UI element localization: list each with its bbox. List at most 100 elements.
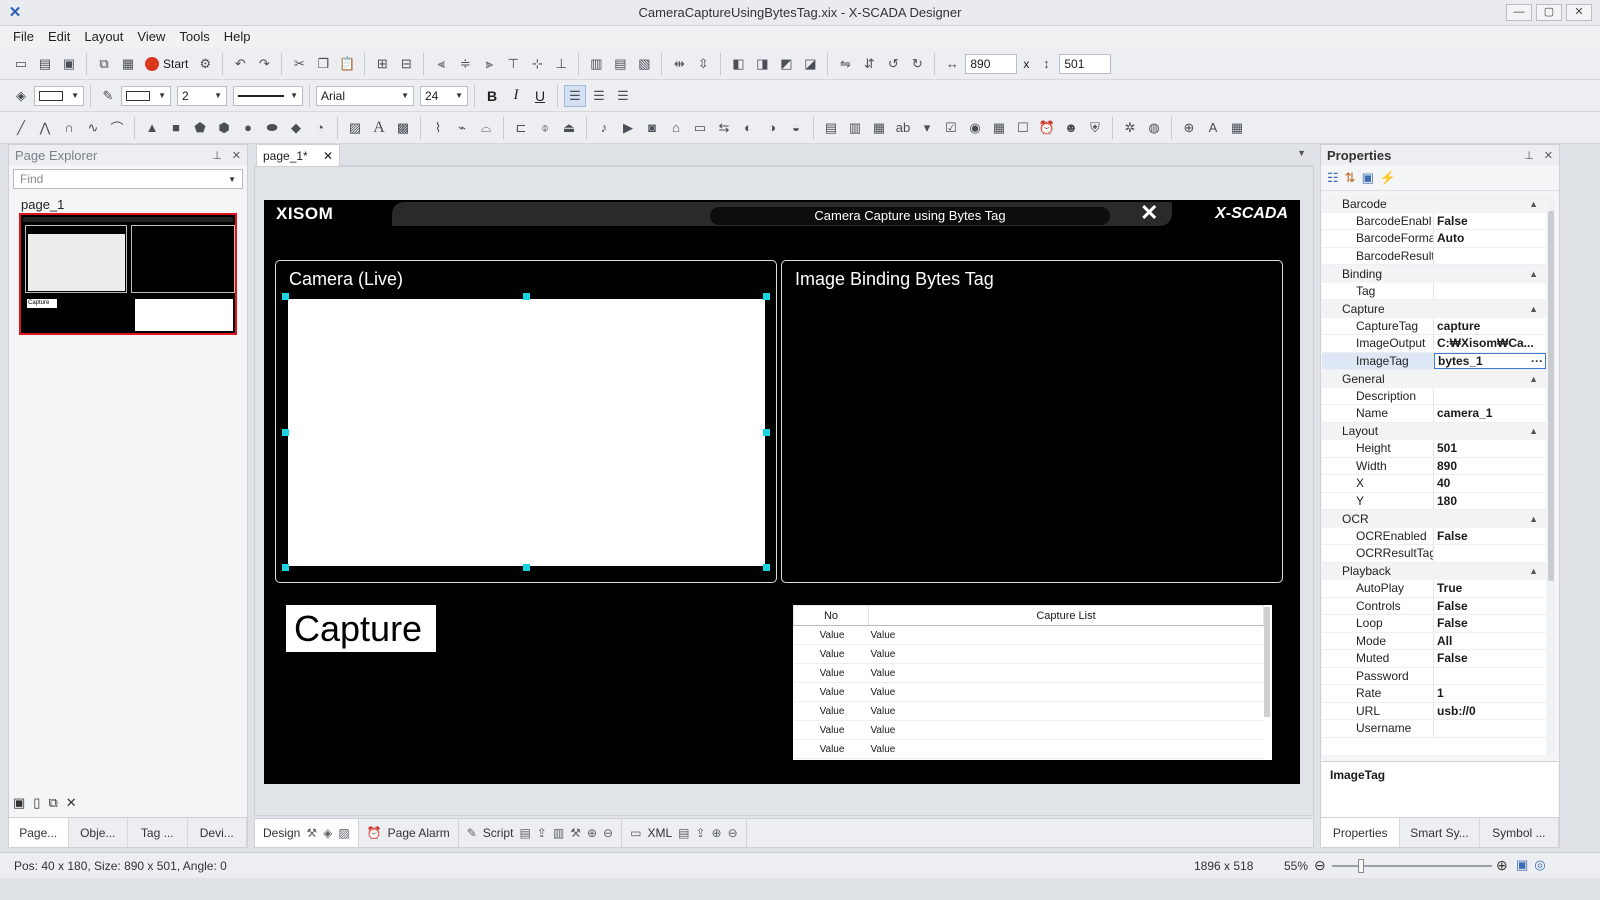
security-tool-icon[interactable]: ⛨ xyxy=(1084,117,1106,139)
width-input[interactable]: 890 xyxy=(965,53,1018,74)
minimize-button[interactable]: — xyxy=(1506,4,1532,21)
send-backward-icon[interactable]: ◪ xyxy=(799,53,821,75)
dash-style-dropdown[interactable]: ▼ xyxy=(233,85,303,106)
ellipse-tool-icon[interactable]: ⬬ xyxy=(261,117,283,139)
collapse-icon[interactable]: ▲ xyxy=(1529,199,1538,209)
property-value[interactable]: 40 xyxy=(1434,475,1546,492)
sound-tool-icon[interactable]: ♪ xyxy=(593,117,615,139)
radio-tool-icon[interactable]: ◉ xyxy=(964,117,986,139)
line-tool-icon[interactable]: ╱ xyxy=(10,117,32,139)
property-row[interactable]: Rate 1 xyxy=(1322,685,1546,703)
resize-handle[interactable] xyxy=(763,564,770,571)
property-value[interactable]: C:₩Xisom₩Ca... xyxy=(1434,335,1546,352)
bold-button[interactable]: B xyxy=(481,85,503,107)
pin-icon[interactable]: ⊥ xyxy=(212,149,222,162)
property-value-editor[interactable]: bytes_1 ··· xyxy=(1434,352,1546,369)
zoom-reset-icon[interactable]: ◎ xyxy=(1534,857,1545,873)
resize-handle[interactable] xyxy=(282,293,289,300)
property-row[interactable]: ImageOutput C:₩Xisom₩Ca... xyxy=(1322,335,1546,353)
menu-layout[interactable]: Layout xyxy=(77,26,130,48)
resize-handle[interactable] xyxy=(763,293,770,300)
user-tool-icon[interactable]: ☻ xyxy=(1060,117,1082,139)
property-value[interactable]: 1 xyxy=(1434,685,1546,702)
chevron-down-icon[interactable]: ▼ xyxy=(1297,148,1306,158)
categorized-icon[interactable]: ☷ xyxy=(1327,170,1339,186)
paste-icon[interactable]: 📋 xyxy=(336,53,358,75)
textbox-tool-icon[interactable]: ab xyxy=(892,117,914,139)
close-icon[interactable]: ✕ xyxy=(1140,200,1158,226)
font-size-dropdown[interactable]: 24 ▼ xyxy=(420,85,468,106)
find-input[interactable]: Find ▼ xyxy=(13,169,243,189)
redo-icon[interactable]: ↷ xyxy=(253,53,275,75)
align-bottom-icon[interactable]: ⊥ xyxy=(550,53,572,75)
close-window-button[interactable]: ✕ xyxy=(1566,4,1592,21)
property-row[interactable]: CaptureTag capture xyxy=(1322,317,1546,335)
chart-tool-icon[interactable]: ⌁ xyxy=(451,117,473,139)
camera-live-view[interactable] xyxy=(286,297,767,568)
scrollbar-thumb[interactable] xyxy=(1548,211,1554,581)
same-size-icon[interactable]: ▧ xyxy=(633,53,655,75)
property-row[interactable]: OCREnabled False xyxy=(1322,527,1546,545)
property-value[interactable]: All xyxy=(1434,633,1546,650)
send-back-icon[interactable]: ◨ xyxy=(751,53,773,75)
trend-tool-icon[interactable]: ⌇ xyxy=(427,117,449,139)
menu-help[interactable]: Help xyxy=(217,26,258,48)
panel-tool-icon[interactable]: ▥ xyxy=(844,117,866,139)
settings-tool-icon[interactable]: ✲ xyxy=(1119,117,1141,139)
property-value[interactable]: usb://0 xyxy=(1434,703,1546,720)
bezier-tool-icon[interactable]: ∿ xyxy=(82,117,104,139)
property-row-selected[interactable]: ImageTag bytes_1 ··· xyxy=(1322,352,1546,370)
image-icon[interactable]: ▨ xyxy=(338,826,349,840)
tab-page[interactable]: Page... xyxy=(9,818,69,847)
property-value[interactable]: camera_1 xyxy=(1434,405,1546,422)
close-panel-icon[interactable]: ✕ xyxy=(232,149,241,162)
button-tool-icon[interactable]: ▭ xyxy=(689,117,711,139)
open-folder-icon[interactable]: ▤ xyxy=(34,53,56,75)
open-script-icon[interactable]: ▤ xyxy=(519,826,530,840)
collapse-icon[interactable]: ▲ xyxy=(1529,269,1538,279)
page-image-icon[interactable]: ▣ xyxy=(13,795,25,811)
category-layout[interactable]: Layout ▲ xyxy=(1322,422,1546,440)
zoom-slider[interactable] xyxy=(1332,865,1492,867)
save-as-icon[interactable]: ▦ xyxy=(117,53,139,75)
ellipsis-button[interactable]: ··· xyxy=(1531,354,1543,368)
resize-handle[interactable] xyxy=(282,564,289,571)
table-row[interactable]: Value Value xyxy=(793,625,1264,645)
bring-forward-icon[interactable]: ◩ xyxy=(775,53,797,75)
combobox-tool-icon[interactable]: ▾ xyxy=(916,117,938,139)
close-panel-icon[interactable]: ✕ xyxy=(1544,149,1553,162)
dial-tool-icon[interactable]: ◒ xyxy=(785,117,807,139)
space-horizontal-icon[interactable]: ⇹ xyxy=(668,53,690,75)
property-value[interactable]: 501 xyxy=(1434,440,1546,457)
collapse-icon[interactable]: ▲ xyxy=(1529,304,1538,314)
property-value[interactable]: False xyxy=(1434,615,1546,632)
category-ocr[interactable]: OCR ▲ xyxy=(1322,510,1546,528)
property-row[interactable]: BarcodeResult xyxy=(1322,247,1546,265)
align-left-icon[interactable]: ⫷ xyxy=(430,53,452,75)
property-row[interactable]: Loop False xyxy=(1322,615,1546,633)
zoom-out-icon[interactable]: ⊖ xyxy=(1314,857,1326,874)
lamp-tool-icon[interactable]: ◐ xyxy=(737,117,759,139)
property-value[interactable] xyxy=(1434,248,1546,265)
tab-object[interactable]: Obje... xyxy=(69,818,128,847)
property-value[interactable] xyxy=(1434,668,1546,685)
tab-symbol[interactable]: Symbol ... xyxy=(1480,818,1559,847)
property-value[interactable]: 180 xyxy=(1434,493,1546,510)
copy-icon[interactable]: ❐ xyxy=(312,53,334,75)
export-script-icon[interactable]: ⇪ xyxy=(537,826,547,840)
debug-icon[interactable]: ⚙ xyxy=(194,53,216,75)
scada-page[interactable]: XISOM Camera Capture using Bytes Tag ✕ X… xyxy=(264,200,1300,784)
barcode-tool-icon[interactable]: ▩ xyxy=(392,117,414,139)
tab-page-alarm[interactable]: ⏰ Page Alarm xyxy=(359,819,459,847)
zoom-out-icon[interactable]: ⊖ xyxy=(603,826,613,840)
column-header-capture-list[interactable]: Capture List xyxy=(868,605,1264,626)
open-xml-icon[interactable]: ▤ xyxy=(678,826,689,840)
chevron-down-icon[interactable]: ▼ xyxy=(228,175,236,184)
align-center-icon[interactable]: ≑ xyxy=(454,53,476,75)
same-height-icon[interactable]: ▤ xyxy=(609,53,631,75)
checkbox-tool-icon[interactable]: ☑ xyxy=(940,117,962,139)
table-row[interactable]: Value Value xyxy=(793,682,1264,702)
tools-icon[interactable]: ⚒ xyxy=(306,826,317,840)
property-value[interactable]: capture xyxy=(1434,318,1546,335)
property-value[interactable] xyxy=(1434,720,1546,737)
